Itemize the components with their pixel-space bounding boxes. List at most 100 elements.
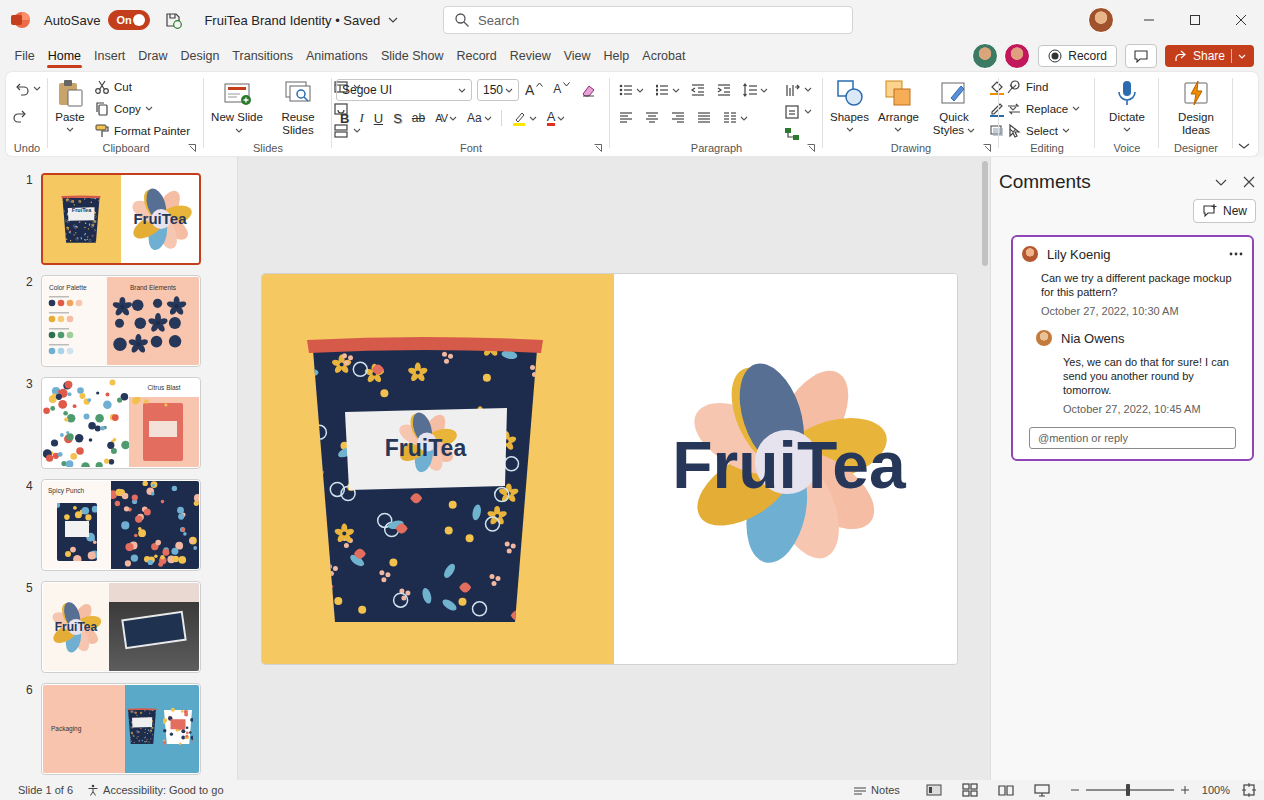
copy-button[interactable]: Copy [91,98,193,119]
fit-to-window-icon[interactable] [1242,783,1256,797]
dialog-launcher-icon[interactable] [188,144,196,152]
cut-button[interactable]: Cut [91,76,193,97]
zoom-slider[interactable] [1086,789,1174,791]
account-avatar[interactable] [1088,7,1114,33]
zoom-level[interactable]: 100% [1202,784,1230,796]
minimize-button[interactable] [1126,0,1172,40]
author-avatar[interactable] [1035,329,1053,347]
autosave-toggle[interactable]: On [108,10,150,30]
slide-sorter-icon[interactable] [962,783,978,797]
share-button[interactable]: Share [1165,45,1254,67]
ribbon-tab[interactable]: Acrobat [636,43,692,69]
cup-mockup[interactable]: FruiTea [305,334,545,624]
document-title[interactable]: FruiTea Brand Identity • Saved [204,13,398,28]
clear-formatting-button[interactable] [576,79,600,101]
paste-button[interactable]: Paste [52,76,88,134]
ribbon-tab[interactable]: Home [41,43,87,69]
zoom-out-icon[interactable] [1070,785,1080,795]
collaborator-avatar[interactable] [972,43,998,69]
powerpoint-logo-icon[interactable] [10,10,30,30]
ribbon-tab[interactable]: Transitions [226,43,300,69]
dialog-launcher-icon[interactable] [807,144,815,152]
more-options-icon[interactable] [1228,251,1244,257]
ribbon-tab[interactable]: Design [174,43,226,69]
maximize-button[interactable] [1172,0,1218,40]
font-color-button[interactable]: A [543,107,570,129]
bullets-button[interactable] [614,79,648,101]
shape-fill-button[interactable] [986,76,1020,97]
reuse-slides-button[interactable]: Reuse Slides [269,76,327,139]
ribbon-tab[interactable]: Animations [300,43,375,69]
ribbon-tab[interactable]: Draw [132,43,174,69]
decrease-indent-button[interactable] [686,79,710,101]
slide-thumbnail[interactable]: Color PaletteBrand Elements [41,275,201,367]
highlight-button[interactable] [507,107,541,129]
decrease-font-size-button[interactable]: A [549,79,574,101]
author-avatar[interactable] [1021,245,1039,263]
shape-effects-button[interactable] [986,120,1020,141]
select-button[interactable]: Select [1003,120,1083,141]
normal-view-icon[interactable] [926,783,942,797]
chevron-down-icon[interactable] [1214,175,1228,189]
redo-button[interactable] [10,105,44,126]
new-comment-button[interactable]: New [1193,199,1256,223]
undo-button[interactable] [10,78,44,99]
close-button[interactable] [1218,0,1264,40]
ribbon-tab[interactable]: File [8,43,41,69]
increase-indent-button[interactable] [712,79,736,101]
smartart-button[interactable] [781,123,815,144]
save-sync-icon[interactable] [164,11,182,29]
comment-thread[interactable]: Lily KoenigCan we try a different packag… [1011,235,1254,461]
slide-thumbnail[interactable]: Spicy Punch [41,479,201,571]
align-right-button[interactable] [666,107,690,129]
find-button[interactable]: Find [1003,76,1083,97]
ribbon-tab[interactable]: Slide Show [374,43,450,69]
zoom-in-icon[interactable] [1180,785,1190,795]
shadow-button[interactable]: S [389,107,406,129]
dialog-launcher-icon[interactable] [594,144,602,152]
notes-button[interactable]: Notes [853,784,900,796]
comments-button[interactable] [1125,44,1157,68]
close-icon[interactable] [1242,175,1256,189]
slide-thumbnail[interactable]: Packaging [41,683,201,775]
dialog-launcher-icon[interactable] [983,144,991,152]
slide-thumbnail[interactable]: FruiTeaFruiTea [41,173,201,265]
columns-button[interactable] [718,107,752,129]
logo-text[interactable]: FruiTea [614,430,957,500]
shape-outline-button[interactable] [986,98,1020,119]
vertical-scrollbar[interactable] [980,157,990,780]
record-button[interactable]: Record [1038,45,1117,67]
slide-thumbnail[interactable]: FruiTea [41,581,201,673]
justify-button[interactable] [692,107,716,129]
accessibility-status[interactable]: Accessibility: Good to go [87,784,223,796]
replace-button[interactable]: Replace [1003,98,1083,119]
spacing-button[interactable]: AV [431,107,461,129]
text-direction-button[interactable] [781,79,815,100]
align-text-button[interactable] [781,101,815,122]
shapes-button[interactable]: Shapes [827,76,872,134]
collapse-ribbon-icon[interactable] [1238,142,1250,150]
numbering-button[interactable] [650,79,684,101]
ribbon-tab[interactable]: Review [503,43,557,69]
search-box[interactable] [443,6,853,34]
slide-thumbnail[interactable]: Citrus Blast [41,377,201,469]
underline-button[interactable]: U [370,107,387,129]
collaborator-avatar[interactable] [1004,43,1030,69]
font-family-box[interactable]: Segoe UI [336,79,472,101]
case-button[interactable]: Aa [463,107,496,129]
reading-view-icon[interactable] [998,783,1014,797]
line-spacing-button[interactable] [738,79,772,101]
ribbon-tab[interactable]: Help [597,43,636,69]
align-left-button[interactable] [614,107,638,129]
current-slide[interactable]: FruiTea FruiTea [261,273,958,665]
reply-input[interactable] [1029,427,1236,449]
format-painter-button[interactable]: Format Painter [91,120,193,141]
dictate-button[interactable]: Dictate [1106,76,1148,134]
search-input[interactable] [478,13,842,28]
strike-button[interactable]: ab [408,107,429,129]
quick-styles-button[interactable]: Quick Styles [925,76,983,139]
ribbon-tab[interactable]: Record [450,43,503,69]
align-center-button[interactable] [640,107,664,129]
slide-show-icon[interactable] [1034,783,1050,797]
zoom-slider-thumb[interactable] [1126,784,1130,796]
